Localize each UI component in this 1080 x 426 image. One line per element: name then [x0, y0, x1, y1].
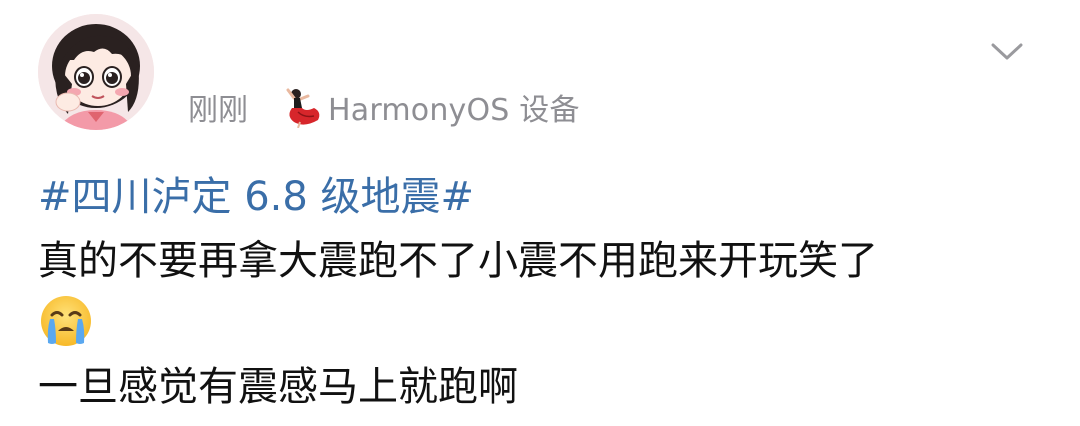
- chevron-down-icon: [991, 43, 1023, 60]
- emoji-line: [38, 293, 1060, 355]
- hashtag-link[interactable]: #四川泸定 6.8 级地震#: [38, 165, 1060, 229]
- post-meta: 刚刚 HarmonyOS 设备: [188, 84, 580, 130]
- post-time: 刚刚: [188, 93, 248, 128]
- post-menu-button[interactable]: [985, 30, 1029, 74]
- avatar-illustration: [38, 14, 154, 130]
- post-device[interactable]: HarmonyOS 设备: [328, 85, 580, 129]
- crying-face-icon: [41, 296, 91, 346]
- post-content: #四川泸定 6.8 级地震# 真的不要再拿大震跑不了小震不用跑来开玩笑了 一旦感…: [38, 165, 1060, 419]
- post-text-line-1: 真的不要再拿大震跑不了小震不用跑来开玩笑了: [38, 238, 878, 284]
- dancer-icon: [284, 86, 324, 129]
- avatar[interactable]: [38, 14, 154, 130]
- weibo-post: 刚刚 HarmonyOS 设备 #四川泸定 6.8 级地震# 真的不要再拿大震跑…: [0, 0, 1080, 426]
- post-text-line-2: 一旦感觉有震感马上就跑啊: [38, 364, 518, 410]
